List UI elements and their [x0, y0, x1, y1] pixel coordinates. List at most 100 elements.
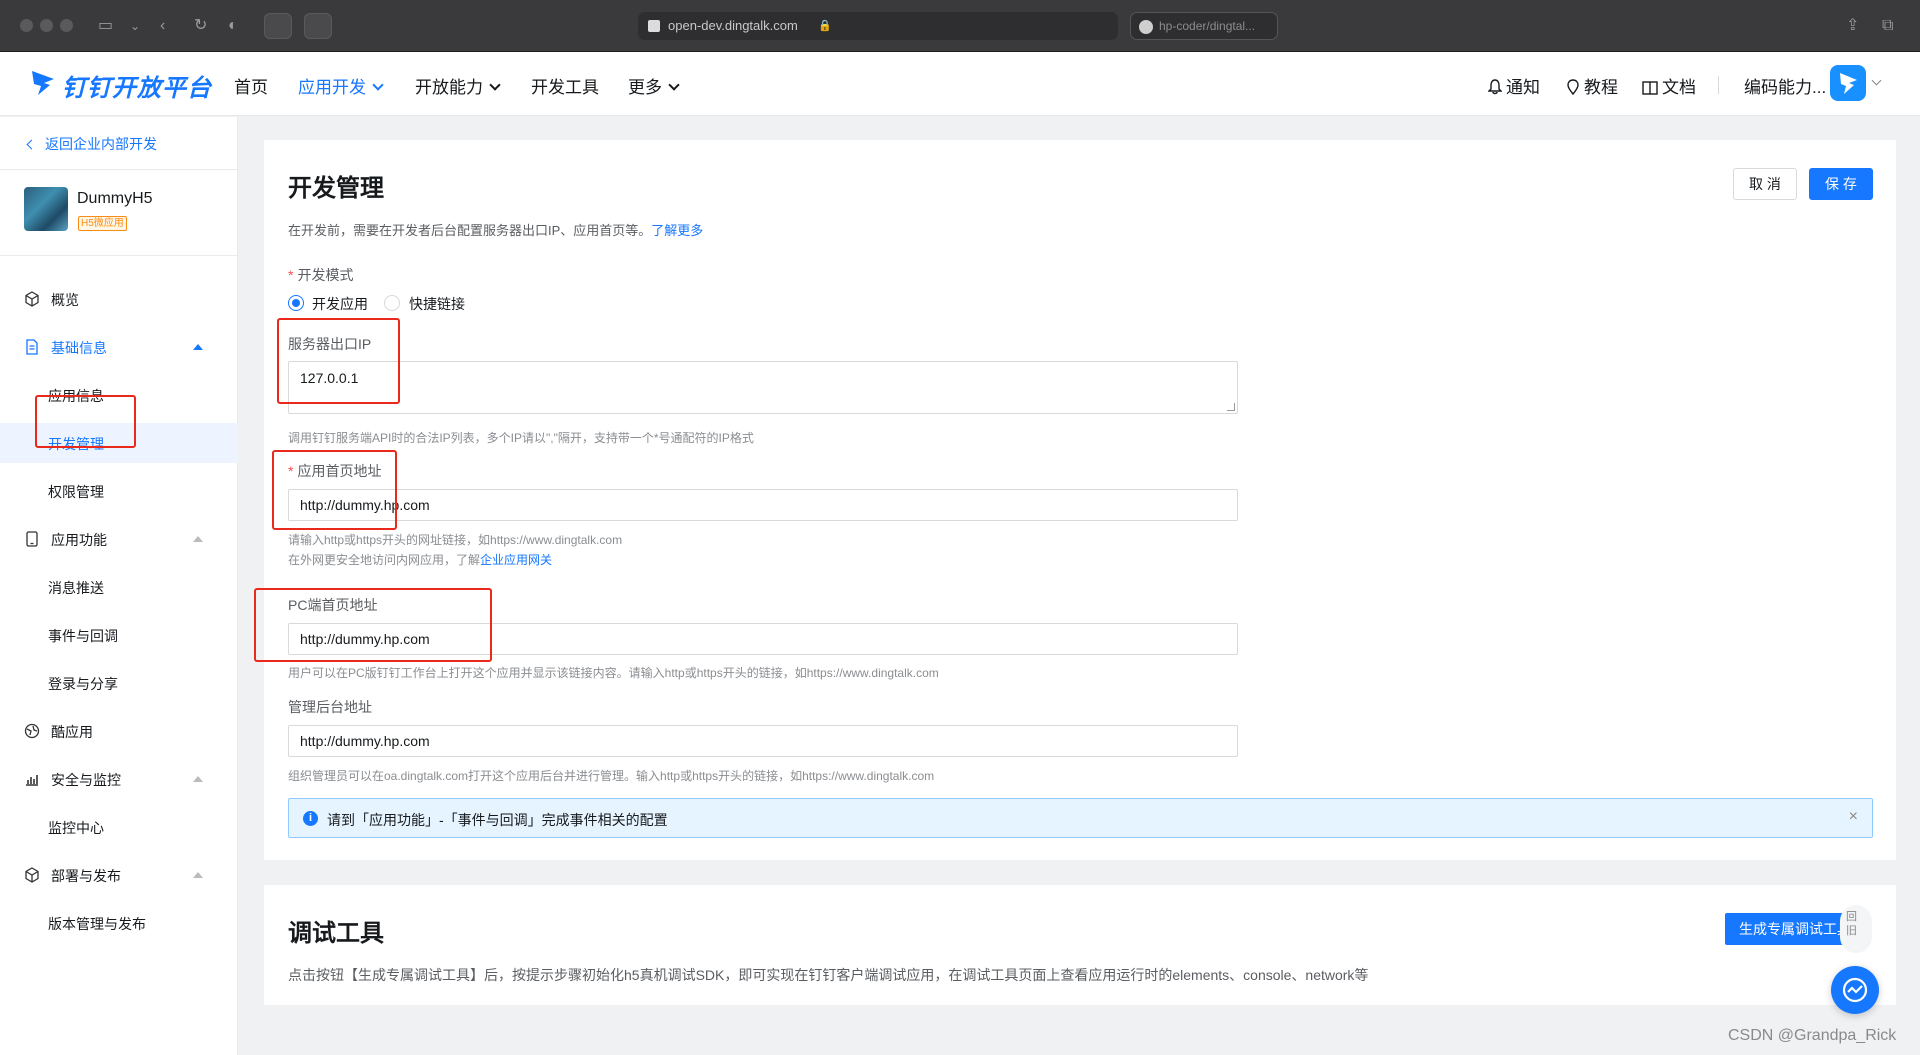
extension-icon[interactable] [264, 13, 292, 39]
close-window-button[interactable] [20, 19, 33, 32]
sidebar-item-label: 登录与分享 [48, 676, 118, 692]
tutorials-link[interactable]: 教程 [1566, 73, 1618, 98]
highlight-box [277, 318, 400, 404]
learn-more-link[interactable]: 了解更多 [651, 223, 703, 238]
page-title: 开发管理 [288, 175, 384, 202]
logo-text: 钉钉开放平台 [62, 75, 212, 102]
sidebar-divider [0, 255, 238, 256]
admin-url-input[interactable]: http://dummy.hp.com [288, 725, 1238, 757]
gateway-hint: 在外网更安全地访问内网应用，了解企业应用网关 [288, 551, 552, 568]
caret-up-icon [193, 776, 203, 782]
caret-up-icon [193, 536, 203, 542]
help-chat-button[interactable] [1831, 966, 1879, 1014]
user-avatar[interactable] [1830, 65, 1866, 101]
user-name[interactable]: 编码能力... [1744, 73, 1826, 98]
sidebar-item-security-monitoring[interactable]: 安全与监控 [0, 759, 238, 799]
sidebar-item-permissions[interactable]: 权限管理 [0, 471, 238, 511]
nav-home[interactable]: 首页 [234, 73, 268, 98]
alert-text: 请到「应用功能」-「事件与回调」完成事件相关的配置 [327, 812, 668, 828]
nav-divider [1718, 76, 1719, 94]
sidebar-item-label: 权限管理 [48, 484, 104, 500]
share-icon[interactable]: ⇪ [1846, 16, 1859, 36]
extension2-icon[interactable] [304, 13, 332, 39]
server-ip-hint: 调用钉钉服务端API时的合法IP列表，多个IP请以","隔开，支持带一个*号通配… [288, 431, 754, 445]
chat-bubble-icon [1842, 977, 1868, 1003]
app-name: DummyH5 [77, 190, 153, 207]
nav-open-ability[interactable]: 开放能力 [415, 73, 501, 98]
tab-title: hp-coder/dingtal... [1159, 19, 1256, 33]
dev-mode-label-text: 开发模式 [297, 267, 354, 283]
nav-app-dev-label: 应用开发 [298, 78, 366, 97]
sidebar-item-label: 安全与监控 [51, 772, 121, 788]
close-icon[interactable]: × [1849, 808, 1858, 826]
home-url-input[interactable]: http://dummy.hp.com [288, 489, 1238, 521]
highlight-box [272, 450, 397, 530]
cube-icon [25, 291, 39, 307]
location-pin-icon [1567, 79, 1579, 96]
sidebar-item-label: 应用功能 [51, 532, 107, 548]
back-arrow-icon[interactable]: ‹ [160, 16, 165, 36]
site-favicon-icon [648, 20, 660, 32]
radio-quick-link-label[interactable]: 快捷链接 [409, 294, 465, 314]
sidebar-item-deploy-publish[interactable]: 部署与发布 [0, 855, 238, 895]
browser-toolbar: ▭ ⌄ ‹ ↻ ◐ open-dev.dingtalk.com 🔒 hp-cod… [0, 0, 1920, 52]
sidebar-item-message-push[interactable]: 消息推送 [0, 567, 238, 607]
radio-dev-app[interactable] [288, 295, 304, 311]
radio-quick-link[interactable] [384, 295, 400, 311]
section-title: 调试工具 [288, 920, 384, 947]
nav-dev-tools[interactable]: 开发工具 [531, 73, 599, 98]
sidebar-item-monitoring-center[interactable]: 监控中心 [0, 807, 238, 847]
tabs-overview-icon[interactable]: ⧉ [1882, 16, 1893, 36]
zoom-window-button[interactable] [60, 19, 73, 32]
highlight-box [35, 395, 136, 448]
page-description-text: 在开发前，需要在开发者后台配置服务器出口IP、应用首页等。 [288, 223, 652, 238]
cancel-button[interactable]: 取 消 [1733, 168, 1797, 200]
dingtalk-avatar-icon [1840, 73, 1857, 94]
back-to-old-version-label: 回旧 [1846, 911, 1857, 937]
sidebar-item-label: 监控中心 [48, 820, 104, 836]
browser-tab[interactable]: hp-coder/dingtal... [1130, 12, 1278, 40]
nav-more[interactable]: 更多 [628, 73, 680, 98]
highlight-box [254, 588, 492, 662]
save-button[interactable]: 保 存 [1809, 168, 1873, 200]
globe-icon [24, 723, 40, 739]
chevron-down-icon[interactable] [1871, 75, 1882, 86]
dingtalk-bird-icon [32, 71, 54, 95]
nav-open-ability-label: 开放能力 [415, 78, 483, 97]
address-bar[interactable]: open-dev.dingtalk.com 🔒 [638, 12, 1118, 40]
sidebar-item-label: 事件与回调 [48, 628, 118, 644]
tutorials-label: 教程 [1584, 78, 1618, 97]
server-ip-textarea[interactable]: 127.0.0.1 [288, 361, 1238, 414]
gateway-link[interactable]: 企业应用网关 [480, 553, 552, 567]
info-alert: i 请到「应用功能」-「事件与回调」完成事件相关的配置 × [288, 798, 1873, 838]
back-link[interactable]: 返回企业内部开发 [26, 134, 157, 154]
sidebar-item-basic-info[interactable]: 基础信息 [0, 327, 238, 367]
docs-link[interactable]: 文档 [1642, 73, 1696, 98]
sidebar-item-overview[interactable]: 概览 [0, 279, 238, 319]
sidebar-item-app-features[interactable]: 应用功能 [0, 519, 238, 559]
phone-icon [26, 531, 38, 547]
sidebar-toggle-icon[interactable]: ▭ [98, 16, 113, 36]
sidebar-item-label: 部署与发布 [51, 868, 121, 884]
dark-mode-icon[interactable]: ◐ [228, 16, 238, 36]
sidebar-item-version-management[interactable]: 版本管理与发布 [0, 903, 238, 943]
resize-handle-icon[interactable] [1227, 403, 1235, 411]
app-type-badge: H5微应用 [78, 216, 127, 231]
radio-dev-app-label[interactable]: 开发应用 [312, 294, 368, 314]
sidebar: 返回企业内部开发 DummyH5 H5微应用 概览 基础信息 应用信息 开发管理… [0, 117, 238, 1055]
url-text: open-dev.dingtalk.com [668, 18, 798, 33]
nav-app-dev[interactable]: 应用开发 [298, 73, 384, 98]
page-description: 在开发前，需要在开发者后台配置服务器出口IP、应用首页等。了解更多 [288, 220, 703, 239]
generate-debug-tool-button[interactable]: 生成专属调试工具 [1725, 913, 1849, 945]
notifications-link[interactable]: 通知 [1487, 73, 1540, 98]
dev-management-card: 开发管理 取 消 保 存 在开发前，需要在开发者后台配置服务器出口IP、应用首页… [254, 140, 1896, 860]
sidebar-item-label: 酷应用 [51, 724, 93, 740]
nav-more-label: 更多 [628, 78, 662, 97]
reload-icon[interactable]: ↻ [194, 16, 207, 36]
sidebar-item-cool-app[interactable]: 酷应用 [0, 711, 238, 751]
caret-up-icon [193, 872, 203, 878]
sidebar-item-events-callbacks[interactable]: 事件与回调 [0, 615, 238, 655]
minimize-window-button[interactable] [40, 19, 53, 32]
sidebar-item-login-share[interactable]: 登录与分享 [0, 663, 238, 703]
chevron-down-icon[interactable]: ⌄ [130, 16, 140, 36]
